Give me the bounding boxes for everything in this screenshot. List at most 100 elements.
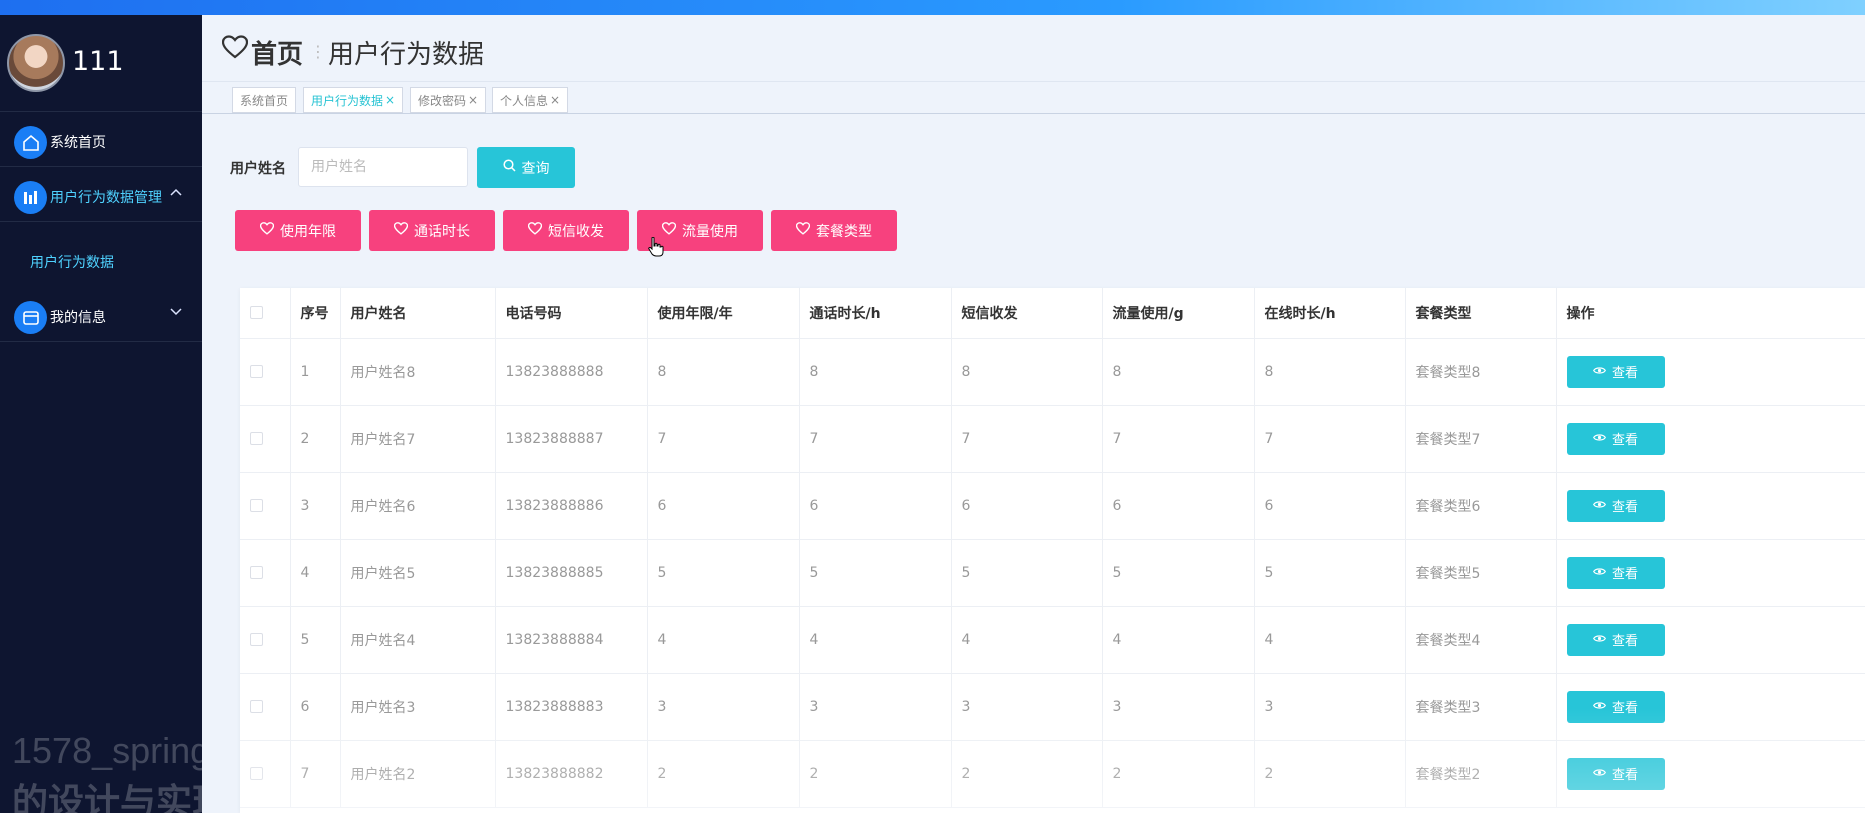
page-title: 用户行为数据 — [328, 40, 485, 70]
row-checkbox-cell[interactable] — [240, 405, 291, 473]
view-button-label: 查看 — [1611, 634, 1638, 649]
table-cell-data: 8 — [1102, 338, 1255, 406]
sidebar: 111 系统首页 用户行为数据管理 用户行为数据 我的信息 1578_sprin… — [0, 15, 230, 813]
table-cell-no: 6 — [290, 673, 341, 741]
sidebar-item-behavior-management[interactable]: 用户行为数据管理 — [0, 167, 202, 222]
close-icon[interactable]: × — [550, 93, 560, 107]
table-row: 4 用户姓名5 13823888885 5 5 5 5 5 套餐类型5 查看 — [240, 539, 1865, 607]
table-cell-plan: 套餐类型2 — [1405, 740, 1557, 808]
table-cell-name: 用户姓名2 — [340, 740, 496, 808]
heart-icon — [795, 222, 811, 239]
view-button-label: 查看 — [1611, 500, 1638, 515]
view-button[interactable]: 查看 — [1566, 556, 1665, 589]
table-cell-online: 4 — [1254, 606, 1406, 674]
row-checkbox-cell[interactable] — [240, 606, 291, 674]
table-cell-name: 用户姓名5 — [340, 539, 496, 607]
table-cell-years: 7 — [647, 405, 800, 473]
tab-label: 修改密码 — [418, 93, 467, 108]
table-header-row: 序号 用户姓名 电话号码 使用年限/年 通话时长/h 短信收发 流量使用/g 在… — [240, 288, 1865, 339]
row-checkbox-cell[interactable] — [240, 539, 291, 607]
table-cell-online: 6 — [1254, 472, 1406, 540]
table-cell-call: 6 — [799, 472, 952, 540]
table-cell-online: 3 — [1254, 673, 1406, 741]
view-button[interactable]: 查看 — [1566, 690, 1665, 723]
tab-personal-info[interactable]: 个人信息 × — [492, 87, 569, 113]
table-cell-data: 5 — [1102, 539, 1255, 607]
close-icon[interactable]: × — [468, 93, 478, 107]
tabs-bar: 系统首页 用户行为数据 × 修改密码 × 个人信息 × — [202, 81, 1865, 114]
table-cell-name: 用户姓名3 — [340, 673, 496, 741]
table-cell-call: 2 — [799, 740, 952, 808]
table-cell-name: 用户姓名4 — [340, 606, 496, 674]
page-header: 首页 ⋮ 用户行为数据 — [202, 15, 1865, 81]
column-header: 使用年限/年 — [647, 288, 800, 339]
eye-icon — [1593, 766, 1606, 781]
view-button[interactable]: 查看 — [1566, 757, 1665, 790]
row-checkbox[interactable] — [250, 365, 263, 378]
heart-icon — [221, 35, 249, 63]
filter-plan-button[interactable]: 套餐类型 — [771, 210, 897, 251]
row-checkbox[interactable] — [250, 432, 263, 445]
avatar[interactable] — [7, 34, 65, 92]
table-cell-plan: 套餐类型3 — [1405, 673, 1557, 741]
sidebar-item-my-info[interactable]: 我的信息 — [0, 287, 202, 342]
row-checkbox-cell[interactable] — [240, 740, 291, 808]
row-checkbox[interactable] — [250, 700, 263, 713]
mouse-cursor-icon — [648, 236, 664, 261]
table-row: 5 用户姓名4 13823888884 4 4 4 4 4 套餐类型4 查看 — [240, 606, 1865, 674]
table-cell-action: 查看 — [1556, 405, 1865, 473]
select-all-checkbox[interactable] — [250, 306, 263, 320]
table-cell-sms: 4 — [951, 606, 1103, 674]
eye-icon — [1593, 565, 1606, 580]
heart-icon — [259, 222, 275, 239]
tab-change-password[interactable]: 修改密码 × — [410, 87, 487, 113]
breadcrumb-home[interactable]: 首页 — [251, 34, 303, 71]
tab-behavior-data[interactable]: 用户行为数据 × — [303, 87, 404, 113]
table-cell-sms: 6 — [951, 472, 1103, 540]
search-input[interactable] — [298, 147, 468, 187]
tab-home[interactable]: 系统首页 — [232, 87, 297, 113]
eye-icon — [1593, 364, 1606, 379]
table-cell-no: 7 — [290, 740, 341, 808]
table-cell-action: 查看 — [1556, 673, 1865, 741]
column-header: 操作 — [1556, 288, 1865, 339]
row-checkbox-cell[interactable] — [240, 338, 291, 406]
select-all-checkbox-cell[interactable] — [240, 288, 291, 339]
table-cell-online: 7 — [1254, 405, 1406, 473]
row-checkbox[interactable] — [250, 767, 263, 780]
table-cell-data: 3 — [1102, 673, 1255, 741]
view-button[interactable]: 查看 — [1566, 355, 1665, 388]
row-checkbox-cell[interactable] — [240, 472, 291, 540]
row-checkbox[interactable] — [250, 633, 263, 646]
filter-years-button[interactable]: 使用年限 — [235, 210, 361, 251]
close-icon[interactable]: × — [385, 93, 395, 107]
filter-sms-button[interactable]: 短信收发 — [503, 210, 629, 251]
table-cell-phone: 13823888885 — [495, 539, 648, 607]
filter-call-button[interactable]: 通话时长 — [369, 210, 495, 251]
row-checkbox[interactable] — [250, 566, 263, 579]
eye-icon — [1593, 632, 1606, 647]
sidebar-subitem-behavior-data[interactable]: 用户行为数据 — [30, 252, 114, 272]
sidebar-item-home[interactable]: 系统首页 — [0, 112, 202, 167]
row-checkbox[interactable] — [250, 499, 263, 512]
main-content: 首页 ⋮ 用户行为数据 系统首页 用户行为数据 × 修改密码 × 个人信息 × 用户姓… — [202, 15, 1865, 813]
search-button[interactable]: 查询 — [477, 147, 575, 188]
table-cell-action: 查看 — [1556, 606, 1865, 674]
row-checkbox-cell[interactable] — [240, 673, 291, 741]
chart-icon — [14, 181, 47, 214]
table-cell-action: 查看 — [1556, 740, 1865, 808]
table-cell-action: 查看 — [1556, 338, 1865, 406]
table-cell-plan: 套餐类型8 — [1405, 338, 1557, 406]
table-cell-plan: 套餐类型5 — [1405, 539, 1557, 607]
table-cell-data: 2 — [1102, 740, 1255, 808]
table-cell-data: 7 — [1102, 405, 1255, 473]
table-cell-name: 用户姓名7 — [340, 405, 496, 473]
view-button[interactable]: 查看 — [1566, 489, 1665, 522]
tab-label: 系统首页 — [240, 93, 289, 108]
view-button[interactable]: 查看 — [1566, 422, 1665, 455]
table-cell-years: 5 — [647, 539, 800, 607]
table-row: 6 用户姓名3 13823888883 3 3 3 3 3 套餐类型3 查看 — [240, 673, 1865, 741]
watermark-text: 1578_springb — [12, 730, 231, 771]
view-button[interactable]: 查看 — [1566, 623, 1665, 656]
table-row: 7 用户姓名2 13823888882 2 2 2 2 2 套餐类型2 查看 — [240, 740, 1865, 808]
